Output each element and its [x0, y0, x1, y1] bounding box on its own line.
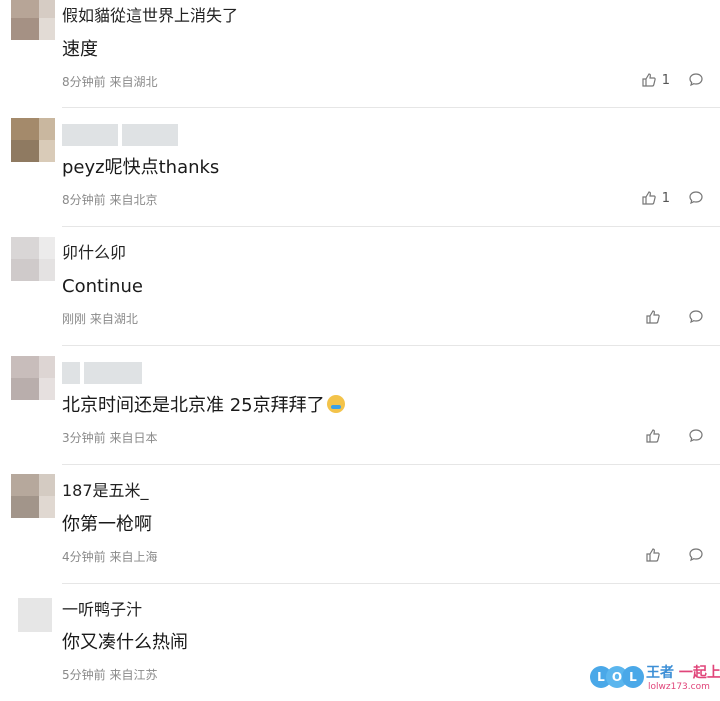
thumbs-up-icon: [642, 191, 656, 205]
comment-meta: 5分钟前 来自江苏: [62, 668, 158, 682]
like-count: 1: [661, 72, 670, 88]
like-button[interactable]: 1: [641, 190, 670, 206]
like-button[interactable]: 1: [641, 72, 670, 88]
comment-text: 你又凑什么热闹: [62, 632, 188, 653]
reply-button[interactable]: [688, 547, 704, 563]
comment-meta: 4分钟前 来自上海: [62, 550, 158, 564]
avatar[interactable]: [11, 237, 55, 281]
avatar[interactable]: [11, 356, 55, 400]
username[interactable]: 一听鸭子汁: [62, 600, 142, 620]
comment-bubble-icon: [689, 548, 703, 562]
site-watermark: L O L 王者 一起上 lolwz173.com: [590, 660, 720, 698]
watermark-brand-sub: 一起上: [678, 665, 720, 681]
divider: [62, 464, 720, 465]
avatar[interactable]: [11, 118, 55, 162]
avatar[interactable]: [11, 0, 55, 40]
reply-button[interactable]: [688, 190, 704, 206]
thumbs-up-icon: [646, 548, 660, 562]
comment-bubble-icon: [689, 310, 703, 324]
thumbs-up-icon: [646, 310, 660, 324]
comment-bubble-icon: [689, 429, 703, 443]
username[interactable]: 假如貓從這世界上消失了: [62, 6, 238, 26]
comment-text: Continue: [62, 276, 143, 297]
comment-meta: 8分钟前 来自湖北: [62, 75, 158, 89]
comment-meta: 8分钟前 来自北京: [62, 193, 158, 207]
divider: [62, 345, 720, 346]
blurred-username: [84, 362, 142, 384]
reply-button[interactable]: [688, 428, 704, 444]
comment-meta: 刚刚 来自湖北: [62, 312, 138, 326]
reply-button[interactable]: [688, 309, 704, 325]
comment-text: 速度: [62, 39, 98, 60]
avatar[interactable]: [18, 598, 52, 632]
watermark-brand: 王者 一起上: [646, 662, 720, 682]
reply-button[interactable]: [688, 72, 704, 88]
blurred-username: [62, 124, 118, 146]
watermark-url: lolwz173.com: [648, 682, 710, 692]
comment-bubble-icon: [689, 191, 703, 205]
thumbs-up-icon: [642, 73, 656, 87]
like-button[interactable]: [645, 428, 670, 444]
like-button[interactable]: [645, 547, 670, 563]
comment-text: 北京时间还是北京准 25京拜拜了: [62, 394, 345, 418]
like-count: 1: [661, 190, 670, 206]
watermark-brand-main: 王者: [646, 665, 674, 681]
blurred-username: [62, 362, 80, 384]
watermark-letter: L: [622, 666, 644, 688]
username-row[interactable]: [62, 124, 182, 146]
username[interactable]: 187是五米_: [62, 481, 149, 501]
like-button[interactable]: [645, 309, 670, 325]
username[interactable]: 卯什么卯: [62, 243, 126, 263]
thumbs-up-icon: [646, 429, 660, 443]
comment-meta: 3分钟前 来自日本: [62, 431, 158, 445]
divider: [62, 226, 720, 227]
blurred-username: [122, 124, 178, 146]
comment-bubble-icon: [689, 73, 703, 87]
avatar[interactable]: [11, 474, 55, 518]
comment-text: 你第一枪啊: [62, 514, 152, 535]
divider: [62, 583, 720, 584]
comment-text-content: 北京时间还是北京准 25京拜拜了: [62, 395, 325, 416]
username-row[interactable]: [62, 362, 146, 384]
divider: [62, 107, 720, 108]
comment-text: peyz呢快点thanks: [62, 157, 220, 178]
crying-emoji-icon: [326, 395, 345, 413]
